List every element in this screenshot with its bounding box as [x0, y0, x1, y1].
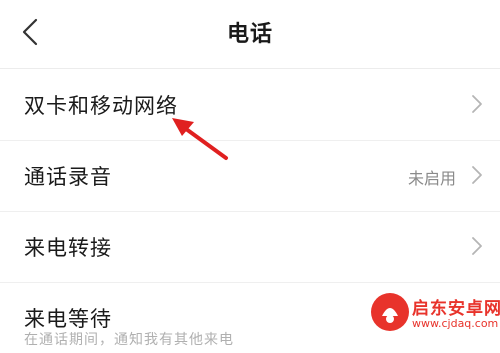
- settings-item-dual-sim[interactable]: 双卡和移动网络: [0, 70, 500, 141]
- settings-item-label: 来电转接: [24, 236, 112, 260]
- annotation-arrow-icon: [172, 118, 228, 160]
- settings-item-description: 在通话期间，通知我有其他来电: [24, 332, 234, 348]
- watermark-logo-icon: [371, 293, 409, 331]
- app-header: 电话: [0, 0, 500, 69]
- chevron-right-icon: [468, 164, 486, 186]
- chevron-right-icon: [468, 235, 486, 257]
- settings-item-value: 未启用: [407, 169, 456, 188]
- settings-item-label: 通话录音: [24, 165, 112, 189]
- page-title: 电话: [226, 22, 273, 47]
- settings-item-label: 双卡和移动网络: [24, 94, 178, 118]
- chevron-right-icon: [468, 93, 486, 115]
- watermark: 启东安卓网 www.cjdaq.com: [370, 290, 500, 336]
- watermark-title: 启东安卓网: [412, 299, 500, 319]
- settings-item-call-recording[interactable]: 通话录音 未启用: [0, 141, 500, 212]
- settings-item-call-forwarding[interactable]: 来电转接: [0, 212, 500, 283]
- watermark-url: www.cjdaq.com: [412, 317, 499, 330]
